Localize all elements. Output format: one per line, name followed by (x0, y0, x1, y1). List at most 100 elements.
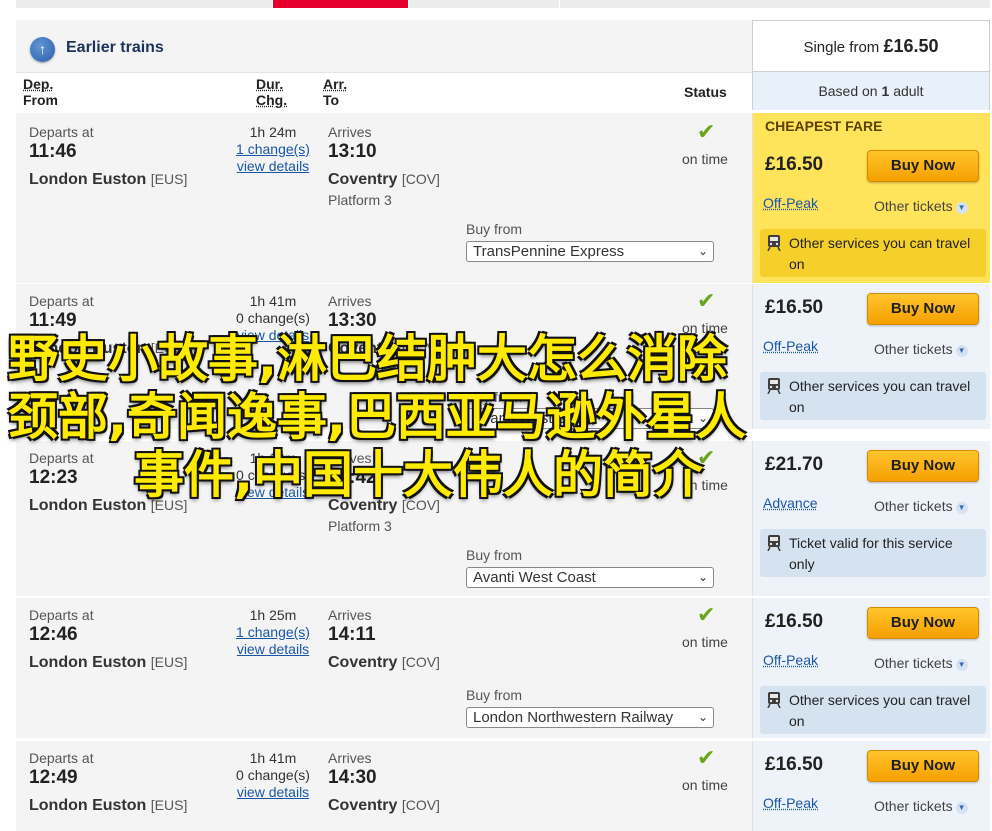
changes: 0 change(s) (236, 767, 310, 783)
view-details-link[interactable]: view details (218, 327, 328, 343)
arrival-station-name: Coventry (328, 171, 398, 188)
fare-type-link[interactable]: Advance (763, 495, 817, 511)
fare-summary: Single from £16.50 Based on 1 adult (752, 20, 990, 110)
departure-station: London Euston [EUS] (29, 654, 187, 672)
arrival-station-code: [COV] (401, 497, 440, 513)
other-tickets-toggle[interactable]: Other tickets ▼ (874, 655, 968, 671)
buy-from-label: Buy from (466, 389, 523, 405)
column-header-arrival[interactable]: Arr. To (323, 76, 347, 108)
other-tickets-label: Other tickets (874, 655, 953, 671)
train-icon (767, 235, 781, 251)
based-on-passengers[interactable]: Based on 1 adult (753, 71, 989, 110)
departs-at-label: Departs at (29, 293, 94, 309)
fare-panel-cheapest: CHEAPEST FARE £16.50 Buy Now Off-Peak Ot… (752, 113, 990, 283)
journey-row[interactable]: Departs at 12:23 London Euston [EUS] 1h … (16, 441, 752, 596)
arrival-time: 13:30 (328, 310, 377, 331)
arrival-station-code: [COV] (401, 171, 440, 187)
view-details-link[interactable]: view details (218, 484, 328, 500)
header-to: To (323, 92, 340, 108)
departure-station-code: [EUS] (150, 797, 188, 813)
arrival-station-code: [COV] (401, 654, 440, 670)
duration: 1h 41m (249, 750, 297, 766)
operator-select[interactable]: Avanti West Coast ⌄ (466, 408, 714, 429)
journey-row[interactable]: Departs at 11:49 London Euston [EUS] 1h … (16, 284, 752, 429)
column-header-duration[interactable]: Dur. Chg. (256, 76, 287, 108)
view-details-link[interactable]: view details (218, 641, 328, 657)
checkmark-icon: ✔ (697, 745, 716, 770)
service-note: Other services you can travel on (760, 686, 986, 734)
fare-type-link[interactable]: Off-Peak (763, 795, 818, 811)
arrival-time: 14:11 (328, 624, 376, 645)
duration: 1h 41m (249, 293, 297, 309)
departure-time: 12:49 (29, 767, 78, 788)
status-on-time: on time (682, 634, 728, 650)
operator-select[interactable]: TransPennine Express ⌄ (466, 241, 714, 262)
checkmark-icon: ✔ (697, 602, 716, 627)
departs-at-label: Departs at (29, 607, 94, 623)
chevron-down-icon: ▼ (955, 502, 968, 514)
platform: Platform 3 (328, 192, 392, 208)
platform: Platform 3 (328, 518, 392, 534)
buy-now-button[interactable]: Buy Now (867, 293, 979, 325)
changes-link[interactable]: 1 change(s) (218, 624, 328, 640)
changes: 0 change(s) (236, 467, 310, 483)
other-tickets-toggle[interactable]: Other tickets ▼ (874, 341, 968, 357)
fare-type-link[interactable]: Off-Peak (763, 652, 818, 668)
tab-inactive-1[interactable] (16, 0, 272, 8)
fare-panel: £16.50 Buy Now Off-Peak Other tickets ▼ O… (752, 598, 990, 738)
changes-link[interactable]: 1 change(s) (218, 141, 328, 157)
earlier-trains-label: Earlier trains (66, 39, 164, 56)
journey-row[interactable]: Departs at 12:49 London Euston [EUS] 1h … (16, 741, 752, 831)
departure-station: London Euston [EUS] (29, 171, 187, 189)
fare-type-link[interactable]: Off-Peak (763, 195, 818, 211)
single-from-label: Single from (803, 39, 880, 56)
fare-type-link[interactable]: Off-Peak (763, 338, 818, 354)
other-tickets-toggle[interactable]: Other tickets ▼ (874, 498, 968, 514)
fare-price: £21.70 (765, 454, 824, 475)
arrives-label: Arrives (328, 607, 372, 623)
operator-select-value: TransPennine Express (473, 243, 625, 260)
column-header-departure[interactable]: Dep. From (23, 76, 58, 108)
header-chg: Chg. (256, 92, 288, 108)
fare-panel: £21.70 Buy Now Advance Other tickets ▼ Ti… (752, 441, 990, 596)
chevron-down-icon: ▼ (955, 202, 968, 214)
other-tickets-label: Other tickets (874, 498, 953, 514)
departure-station-code: [EUS] (150, 340, 188, 356)
other-tickets-label: Other tickets (874, 198, 953, 214)
earlier-trains-button[interactable]: ↑ Earlier trains (16, 20, 752, 73)
arrives-label: Arrives (328, 750, 372, 766)
arrival-station: Coventry [COV] (328, 171, 440, 189)
duration: 1h 25m (249, 607, 297, 623)
buy-now-button[interactable]: Buy Now (867, 150, 979, 182)
fare-price: £16.50 (765, 611, 824, 632)
service-note: Other services you can travel on (760, 229, 986, 277)
other-tickets-toggle[interactable]: Other tickets ▼ (874, 798, 968, 814)
departure-station-name: London Euston (29, 497, 147, 514)
service-note-text: Other services you can travel on (789, 692, 971, 729)
buy-now-button[interactable]: Buy Now (867, 450, 979, 482)
service-note: Ticket valid for this service only (760, 529, 986, 577)
arrival-station: Coventry [COV] (328, 340, 440, 358)
other-tickets-label: Other tickets (874, 798, 953, 814)
train-icon (767, 692, 781, 708)
arrival-station: Coventry [COV] (328, 797, 440, 815)
view-details-link[interactable]: view details (218, 784, 328, 800)
departs-at-label: Departs at (29, 750, 94, 766)
operator-select[interactable]: London Northwestern Railway ⌄ (466, 707, 714, 728)
journey-row[interactable]: Departs at 12:46 London Euston [EUS] 1h … (16, 598, 752, 738)
tab-active[interactable] (273, 0, 408, 8)
fare-price: £16.50 (765, 297, 824, 318)
cheapest-fare-badge: CHEAPEST FARE (765, 118, 883, 134)
buy-now-button[interactable]: Buy Now (867, 607, 979, 639)
buy-now-button[interactable]: Buy Now (867, 750, 979, 782)
tab-inactive-3[interactable] (560, 0, 990, 8)
departure-station-name: London Euston (29, 797, 147, 814)
view-details-link[interactable]: view details (218, 158, 328, 174)
journey-row[interactable]: Departs at 11:46 London Euston [EUS] 1h … (16, 113, 752, 283)
operator-select[interactable]: Avanti West Coast ⌄ (466, 567, 714, 588)
other-tickets-toggle[interactable]: Other tickets ▼ (874, 198, 968, 214)
buy-from-label: Buy from (466, 687, 523, 703)
based-on-suffix: adult (893, 83, 924, 99)
tab-inactive-2[interactable] (409, 0, 559, 8)
fare-price: £16.50 (765, 154, 824, 175)
